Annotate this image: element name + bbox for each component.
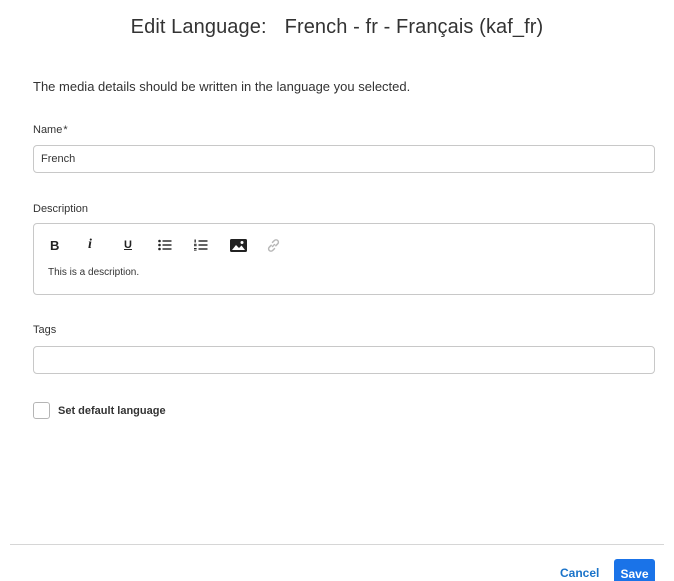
- required-mark: *: [63, 124, 68, 136]
- underline-button[interactable]: U: [122, 236, 158, 254]
- bold-button[interactable]: B: [50, 236, 86, 254]
- tags-label: Tags: [33, 324, 57, 336]
- dialog-title-language: French - fr - Français (kaf_fr): [284, 16, 544, 38]
- footer-divider: [10, 544, 664, 545]
- cancel-button[interactable]: Cancel: [560, 566, 599, 580]
- insert-link-button[interactable]: [266, 236, 302, 254]
- save-button[interactable]: Save: [614, 559, 655, 581]
- description-editor[interactable]: B i U This is a description.: [33, 223, 655, 295]
- description-label: Description: [33, 203, 89, 215]
- description-content[interactable]: This is a description.: [48, 267, 139, 278]
- italic-button[interactable]: i: [86, 236, 122, 254]
- name-input[interactable]: [33, 145, 655, 173]
- tags-input[interactable]: [33, 346, 655, 374]
- editor-toolbar: B i U: [50, 236, 302, 254]
- numbered-list-icon: [194, 239, 208, 251]
- default-language-row[interactable]: Set default language: [33, 402, 166, 419]
- numbered-list-button[interactable]: [194, 236, 230, 254]
- bullet-list-button[interactable]: [158, 236, 194, 254]
- insert-image-button[interactable]: [230, 236, 266, 254]
- bullet-list-icon: [158, 239, 172, 251]
- dialog-title-prefix: Edit Language:: [130, 16, 267, 38]
- default-language-checkbox[interactable]: [33, 402, 50, 419]
- name-label: Name*: [33, 124, 68, 136]
- link-icon: [267, 238, 280, 252]
- dialog-title: Edit Language: French - fr - Français (ka…: [0, 16, 674, 39]
- image-icon: [230, 238, 247, 252]
- default-language-label[interactable]: Set default language: [58, 405, 166, 417]
- name-label-text: Name: [33, 124, 63, 136]
- intro-text: The media details should be written in t…: [33, 79, 411, 94]
